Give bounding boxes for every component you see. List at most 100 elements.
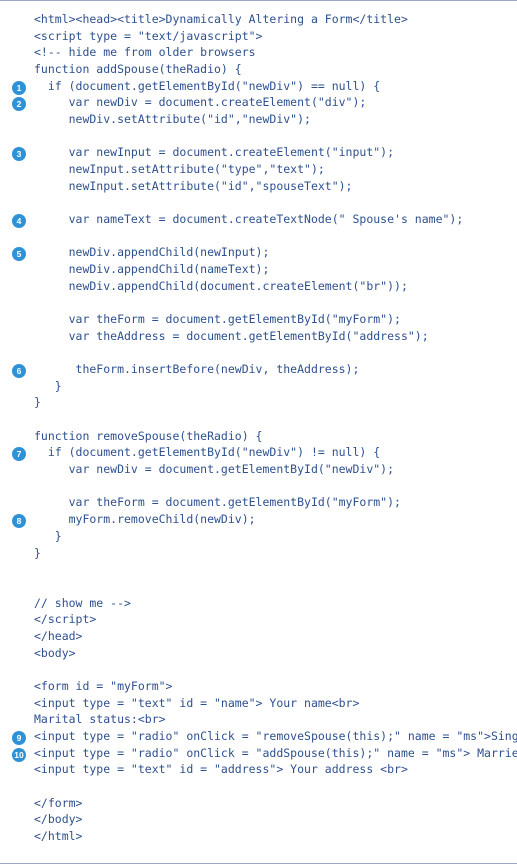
code-text: newDiv.appendChild(nameText); — [34, 261, 505, 278]
annotation-gutter: 1 — [12, 78, 34, 95]
code-text: myForm.removeChild(newDiv); — [34, 511, 505, 528]
annotation-bullet: 2 — [12, 97, 26, 111]
annotation-bullet: 6 — [12, 364, 26, 378]
code-text: var newDiv = document.createElement("div… — [34, 94, 505, 111]
code-text — [34, 228, 505, 245]
code-text: </html> — [34, 828, 505, 845]
code-row: </head> — [12, 628, 505, 645]
code-text: <input type = "text" id = "name"> Your n… — [34, 695, 505, 712]
annotation-bullet: 8 — [12, 514, 26, 528]
code-row: } — [12, 378, 505, 395]
code-text: <input type = "text" id = "address"> You… — [34, 761, 505, 778]
code-row: 2 var newDiv = document.createElement("d… — [12, 94, 505, 111]
code-text: var nameText = document.createTextNode("… — [34, 211, 505, 228]
annotation-bullet: 10 — [12, 748, 26, 762]
code-row: function removeSpouse(theRadio) { — [12, 428, 505, 445]
code-row: 10<input type = "radio" onClick = "addSp… — [12, 745, 505, 762]
code-row: newInput.setAttribute("id","spouseText")… — [12, 178, 505, 195]
code-text: </head> — [34, 628, 505, 645]
code-row: <script type = "text/javascript"> — [12, 28, 505, 45]
code-row: 9<input type = "radio" onClick = "remove… — [12, 728, 505, 745]
annotation-gutter: 7 — [12, 444, 34, 461]
code-row: 8 myForm.removeChild(newDiv); — [12, 511, 505, 528]
code-row: </script> — [12, 611, 505, 628]
code-row: var theForm = document.getElementById("m… — [12, 494, 505, 511]
code-row: 3 var newInput = document.createElement(… — [12, 144, 505, 161]
code-text — [34, 578, 505, 595]
code-text: } — [34, 378, 505, 395]
annotation-bullet: 9 — [12, 731, 26, 745]
code-text: } — [34, 394, 505, 411]
code-text: if (document.getElementById("newDiv") !=… — [34, 444, 505, 461]
annotation-bullet: 1 — [12, 81, 26, 95]
code-text — [34, 294, 505, 311]
code-row: 4 var nameText = document.createTextNode… — [12, 211, 505, 228]
code-text — [34, 661, 505, 678]
code-row: <input type = "text" id = "address"> You… — [12, 761, 505, 778]
code-text: <input type = "radio" onClick = "addSpou… — [34, 745, 517, 762]
code-row — [12, 561, 505, 578]
code-text — [34, 344, 505, 361]
annotation-bullet: 4 — [12, 214, 26, 228]
code-text: Marital status:<br> — [34, 711, 505, 728]
code-row: </body> — [12, 811, 505, 828]
annotation-gutter: 4 — [12, 211, 34, 228]
code-row — [12, 478, 505, 495]
code-text: } — [34, 545, 505, 562]
annotation-gutter: 6 — [12, 361, 34, 378]
code-text — [34, 561, 505, 578]
code-row: newDiv.appendChild(nameText); — [12, 261, 505, 278]
code-text: newInput.setAttribute("id","spouseText")… — [34, 178, 505, 195]
code-text: newDiv.setAttribute("id","newDiv"); — [34, 111, 505, 128]
code-row — [12, 194, 505, 211]
code-row — [12, 411, 505, 428]
code-row — [12, 778, 505, 795]
code-row — [12, 294, 505, 311]
code-row — [12, 578, 505, 595]
code-text: newInput.setAttribute("type","text"); — [34, 161, 505, 178]
code-text: var theForm = document.getElementById("m… — [34, 311, 505, 328]
code-row: newDiv.setAttribute("id","newDiv"); — [12, 111, 505, 128]
code-row: 5 newDiv.appendChild(newInput); — [12, 244, 505, 261]
annotation-gutter: 2 — [12, 94, 34, 111]
code-text: if (document.getElementById("newDiv") ==… — [34, 78, 505, 95]
code-text — [34, 128, 505, 145]
code-row: function addSpouse(theRadio) { — [12, 61, 505, 78]
annotation-gutter: 8 — [12, 511, 34, 528]
code-text: <html><head><title>Dynamically Altering … — [34, 11, 505, 28]
code-row: 7 if (document.getElementById("newDiv") … — [12, 444, 505, 461]
code-row: 6 theForm.insertBefore(newDiv, theAddres… — [12, 361, 505, 378]
code-row — [12, 128, 505, 145]
code-row: var theAddress = document.getElementById… — [12, 328, 505, 345]
annotation-bullet: 7 — [12, 447, 26, 461]
annotation-gutter: 5 — [12, 244, 34, 261]
code-row: // show me --> — [12, 595, 505, 612]
annotation-gutter: 10 — [12, 745, 34, 762]
code-text: function addSpouse(theRadio) { — [34, 61, 505, 78]
code-row: Marital status:<br> — [12, 711, 505, 728]
code-text: var newInput = document.createElement("i… — [34, 144, 505, 161]
code-text: <input type = "radio" onClick = "removeS… — [34, 728, 517, 745]
code-row: <form id = "myForm"> — [12, 678, 505, 695]
code-row: <input type = "text" id = "name"> Your n… — [12, 695, 505, 712]
code-row: } — [12, 394, 505, 411]
code-row — [12, 228, 505, 245]
code-listing: <html><head><title>Dynamically Altering … — [0, 0, 517, 864]
annotation-gutter: 3 — [12, 144, 34, 161]
code-text — [34, 778, 505, 795]
code-row: newInput.setAttribute("type","text"); — [12, 161, 505, 178]
code-text: } — [34, 528, 505, 545]
code-row: <body> — [12, 645, 505, 662]
code-row: 1 if (document.getElementById("newDiv") … — [12, 78, 505, 95]
code-row: </form> — [12, 795, 505, 812]
annotation-bullet: 5 — [12, 247, 26, 261]
annotation-bullet: 3 — [12, 147, 26, 161]
code-text: function removeSpouse(theRadio) { — [34, 428, 505, 445]
code-text — [34, 411, 505, 428]
code-text — [34, 478, 505, 495]
code-text: newDiv.appendChild(newInput); — [34, 244, 505, 261]
code-text: var theForm = document.getElementById("m… — [34, 494, 505, 511]
code-row: newDiv.appendChild(document.createElemen… — [12, 278, 505, 295]
code-text: </form> — [34, 795, 505, 812]
code-text: newDiv.appendChild(document.createElemen… — [34, 278, 505, 295]
